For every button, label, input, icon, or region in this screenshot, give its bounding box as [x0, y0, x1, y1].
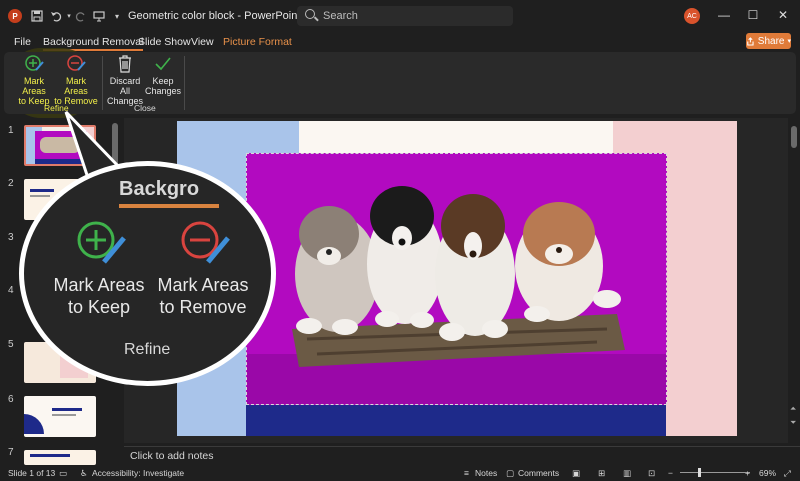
tab-picture-format[interactable]: Picture Format: [223, 36, 292, 48]
mark-areas-to-keep-button[interactable]: Mark Areas to Keep: [12, 54, 56, 106]
mark-remove-icon: [67, 55, 86, 71]
zoom-slider-thumb[interactable]: [698, 468, 701, 477]
avatar[interactable]: AC: [684, 8, 700, 24]
search-icon: [305, 9, 315, 19]
group-label-close: Close: [134, 103, 156, 113]
next-slide-icon: ⏷: [790, 418, 797, 427]
keep-changes-button[interactable]: Keep Changes: [145, 54, 181, 96]
magnified-mark-keep-icon: [77, 221, 126, 264]
document-title: Geometric color block - PowerPoint: [128, 10, 301, 22]
normal-view-icon[interactable]: ▣: [572, 468, 580, 479]
redo-icon[interactable]: [72, 7, 90, 25]
ribbon-separator: [102, 56, 103, 110]
share-label: Share: [757, 35, 785, 47]
status-bar: Slide 1 of 13 ▭ ♿ Accessibility: Investi…: [0, 465, 800, 481]
tab-slide-show[interactable]: Slide Show: [138, 36, 191, 48]
notes-button[interactable]: Notes: [475, 468, 497, 478]
zoom-slider[interactable]: [680, 472, 750, 473]
comments-icon[interactable]: ▢: [506, 468, 514, 479]
mark-keep-icon: [25, 55, 44, 71]
discard-all-changes-button[interactable]: Discard All Changes: [104, 54, 146, 106]
menu-file[interactable]: File: [14, 36, 31, 48]
ribbon: Mark Areas to Keep Mark Areas to Remove …: [4, 52, 796, 165]
tab-background-removal[interactable]: Background Removal: [43, 36, 144, 51]
present-icon[interactable]: [90, 7, 108, 25]
magnified-keep-label: Mark Areas to Keep: [53, 275, 145, 317]
close-button[interactable]: ✕: [775, 7, 791, 23]
accessibility-status[interactable]: Accessibility: Investigate: [92, 468, 184, 478]
zoom-out-icon[interactable]: −: [668, 468, 673, 478]
share-button[interactable]: Share ▾: [746, 33, 791, 49]
save-icon[interactable]: [28, 7, 46, 25]
minimize-button[interactable]: —: [716, 7, 732, 23]
comments-button[interactable]: Comments: [518, 468, 559, 478]
fit-slide-icon[interactable]: ⤢: [784, 468, 791, 479]
navy-block: [246, 404, 666, 436]
mark-areas-to-remove-button[interactable]: Mark Areas to Remove: [54, 54, 98, 106]
chevron-down-icon: ▾: [787, 38, 791, 45]
checkmark-icon: [155, 57, 171, 71]
slide-number: 4: [8, 285, 14, 296]
search-box[interactable]: Search: [297, 6, 513, 26]
search-placeholder: Search: [323, 10, 358, 22]
slide-number: 5: [8, 339, 14, 350]
share-icon: [747, 36, 754, 46]
accessibility-icon[interactable]: ♿: [80, 468, 88, 479]
magnified-group-label: Refine: [124, 341, 171, 358]
notes-pane[interactable]: Click to add notes: [124, 446, 800, 464]
slide-thumbnail-7[interactable]: [24, 450, 96, 465]
menu-bar: File Background Removal Slide Show View …: [0, 32, 800, 52]
slide-number: 1: [8, 125, 14, 136]
zoom-level[interactable]: 69%: [759, 468, 776, 478]
title-bar: P ▾ ▾ Geometric color block - PowerPoint…: [0, 0, 800, 32]
magnified-tab-title: Backgro: [119, 178, 200, 200]
slide-number: 6: [8, 394, 14, 405]
notes-icon[interactable]: ≡: [464, 468, 469, 478]
spellcheck-icon[interactable]: ▭: [59, 468, 67, 479]
group-label-refine: Refine: [44, 103, 69, 113]
tab-view[interactable]: View: [191, 36, 214, 48]
magnified-mark-remove-icon: [181, 221, 230, 264]
magnified-tab-underline: [119, 204, 219, 208]
slide-number: 7: [8, 447, 14, 458]
puppies-image: [247, 154, 666, 404]
magnified-remove-label: Mark Areas to Remove: [157, 275, 249, 317]
previous-slide-icon: ⏶: [790, 404, 797, 413]
slide-number: 2: [8, 178, 14, 189]
notes-placeholder: Click to add notes: [130, 450, 214, 462]
reading-view-icon[interactable]: ▥: [623, 468, 631, 479]
trash-icon: [119, 55, 131, 73]
slideshow-view-icon[interactable]: ⊡: [648, 468, 655, 479]
slide-thumbnail-1[interactable]: [24, 125, 96, 166]
slide-number: 3: [8, 232, 14, 243]
magnifier-callout: Backgro Mark Areas to Keep Mark Areas to…: [19, 161, 276, 386]
zoom-in-icon[interactable]: +: [745, 468, 750, 478]
ribbon-separator: [184, 56, 185, 110]
slide-sorter-icon[interactable]: ⊞: [598, 468, 605, 479]
editor-scrollbar[interactable]: ⏶ ⏷: [788, 118, 800, 443]
puppies-photo[interactable]: [246, 153, 667, 405]
maximize-button[interactable]: ☐: [745, 7, 761, 23]
customize-toolbar-icon[interactable]: ▾: [108, 7, 126, 25]
slide-counter: Slide 1 of 13: [8, 468, 56, 478]
slide-thumbnail-6[interactable]: [24, 396, 96, 437]
powerpoint-logo-icon: P: [8, 9, 22, 23]
